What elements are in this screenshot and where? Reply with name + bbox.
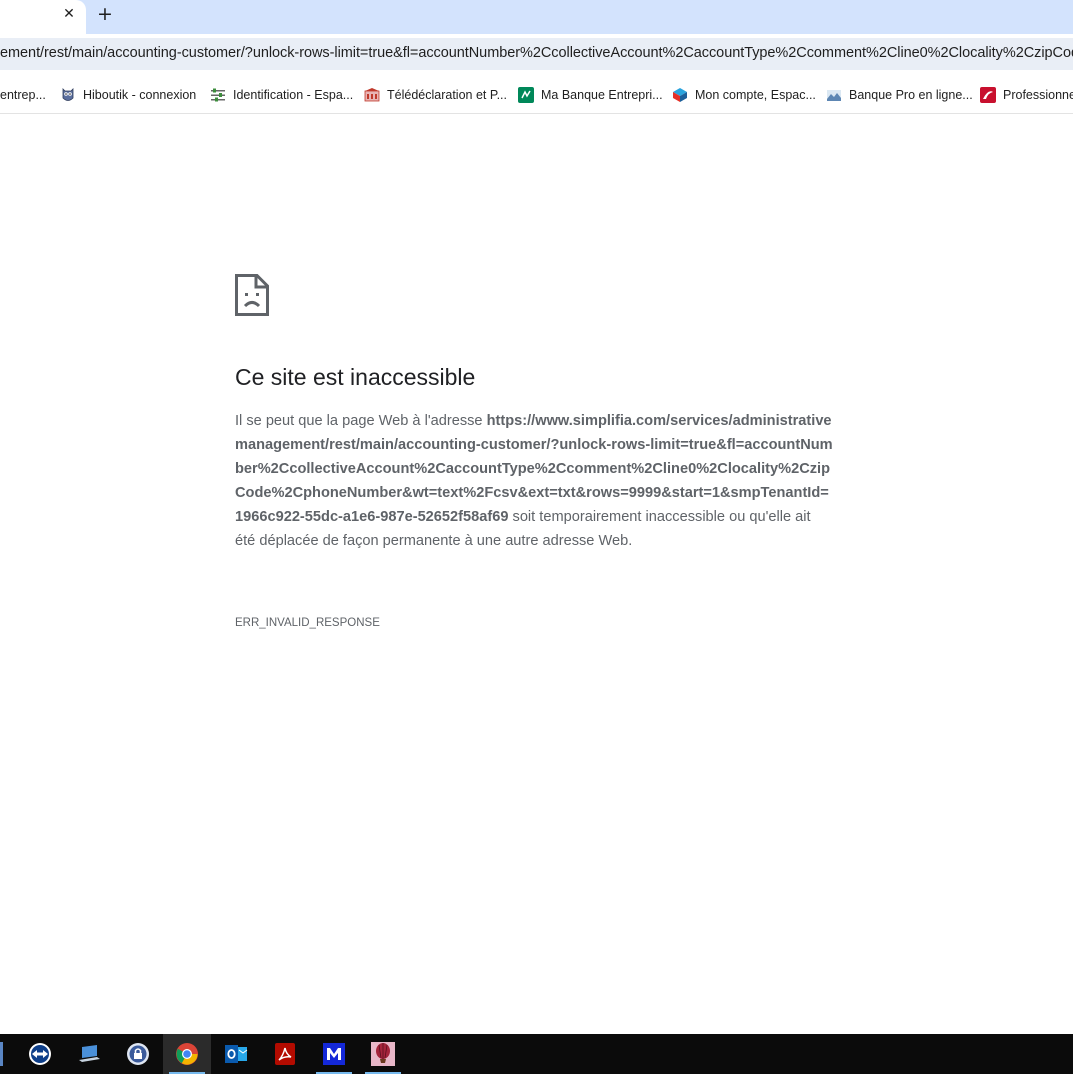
bookmark-item[interactable]: Mon compte, Espac... <box>672 85 816 105</box>
error-code: ERR_INVALID_RESPONSE <box>235 617 380 629</box>
taskbar <box>0 1034 1073 1074</box>
balloon-app-icon <box>371 1042 395 1066</box>
laptop-app-icon <box>79 1045 100 1062</box>
bookmark-label: Banque Pro en ligne... <box>849 88 973 102</box>
error-description: Il se peut que la page Web à l'adresse h… <box>235 409 833 553</box>
taskbar-item-lock[interactable] <box>114 1034 162 1074</box>
bookmark-item[interactable]: Hiboutik - connexion <box>60 85 196 105</box>
landscape-icon <box>827 90 841 101</box>
close-tab-icon[interactable]: ✕ <box>59 4 79 24</box>
building-icon <box>364 88 380 102</box>
acrobat-icon <box>275 1043 295 1065</box>
bookmark-item[interactable]: Professionnel <box>980 85 1073 105</box>
taskbar-item-laptop[interactable] <box>65 1034 113 1074</box>
red-brand-icon <box>980 87 996 103</box>
new-tab-button[interactable]: + <box>94 3 116 25</box>
error-title: Ce site est inaccessible <box>235 364 476 390</box>
address-bar-url[interactable]: ement/rest/main/accounting-customer/?unl… <box>0 45 1073 61</box>
bookmark-label: Mon compte, Espac... <box>695 88 816 102</box>
bookmark-item[interactable]: Identification - Espa... <box>210 85 353 105</box>
outlook-icon <box>225 1045 248 1063</box>
owl-icon <box>62 88 74 101</box>
bookmark-label: Identification - Espa... <box>233 88 354 102</box>
bookmark-item[interactable]: entrep... <box>0 85 46 105</box>
bookmark-label: Hiboutik - connexion <box>83 88 197 102</box>
taskbar-item-m-app[interactable] <box>310 1034 358 1074</box>
bookmark-label: Ma Banque Entrepri... <box>541 88 663 102</box>
taskbar-item-teamviewer[interactable] <box>16 1034 64 1074</box>
cube-icon <box>673 88 687 102</box>
chrome-icon <box>176 1043 198 1065</box>
m-app-icon <box>323 1043 345 1065</box>
bank-star-icon <box>518 87 534 103</box>
bookmark-label: entrep... <box>0 88 46 102</box>
bookmark-item[interactable]: Banque Pro en ligne... <box>826 85 973 105</box>
lock-app-icon <box>127 1043 149 1065</box>
browser-toolbar: ement/rest/main/accounting-customer/?unl… <box>0 34 1073 76</box>
taskbar-item-balloon[interactable] <box>359 1034 407 1074</box>
taskbar-edge <box>0 1042 3 1066</box>
address-bar[interactable]: ement/rest/main/accounting-customer/?unl… <box>0 38 1073 70</box>
bookmark-label: Télédéclaration et P... <box>387 88 507 102</box>
taskbar-item-chrome[interactable] <box>163 1034 211 1074</box>
settings-sliders-icon <box>211 88 225 102</box>
active-tab[interactable]: ✕ <box>0 0 86 34</box>
taskbar-item-outlook[interactable] <box>212 1034 260 1074</box>
bookmark-label: Professionnel <box>1003 88 1073 102</box>
taskbar-item-acrobat[interactable] <box>261 1034 309 1074</box>
teamviewer-icon <box>29 1043 51 1065</box>
tab-strip: ✕ + <box>0 0 1073 34</box>
error-description-prefix: Il se peut que la page Web à l'adresse <box>235 413 483 429</box>
bookmark-item[interactable]: Ma Banque Entrepri... <box>518 85 663 105</box>
bookmark-item[interactable]: Télédéclaration et P... <box>364 85 507 105</box>
sad-page-icon <box>235 274 269 316</box>
bookmarks-bar: entrep... Hiboutik - connexion Identific… <box>0 76 1073 114</box>
